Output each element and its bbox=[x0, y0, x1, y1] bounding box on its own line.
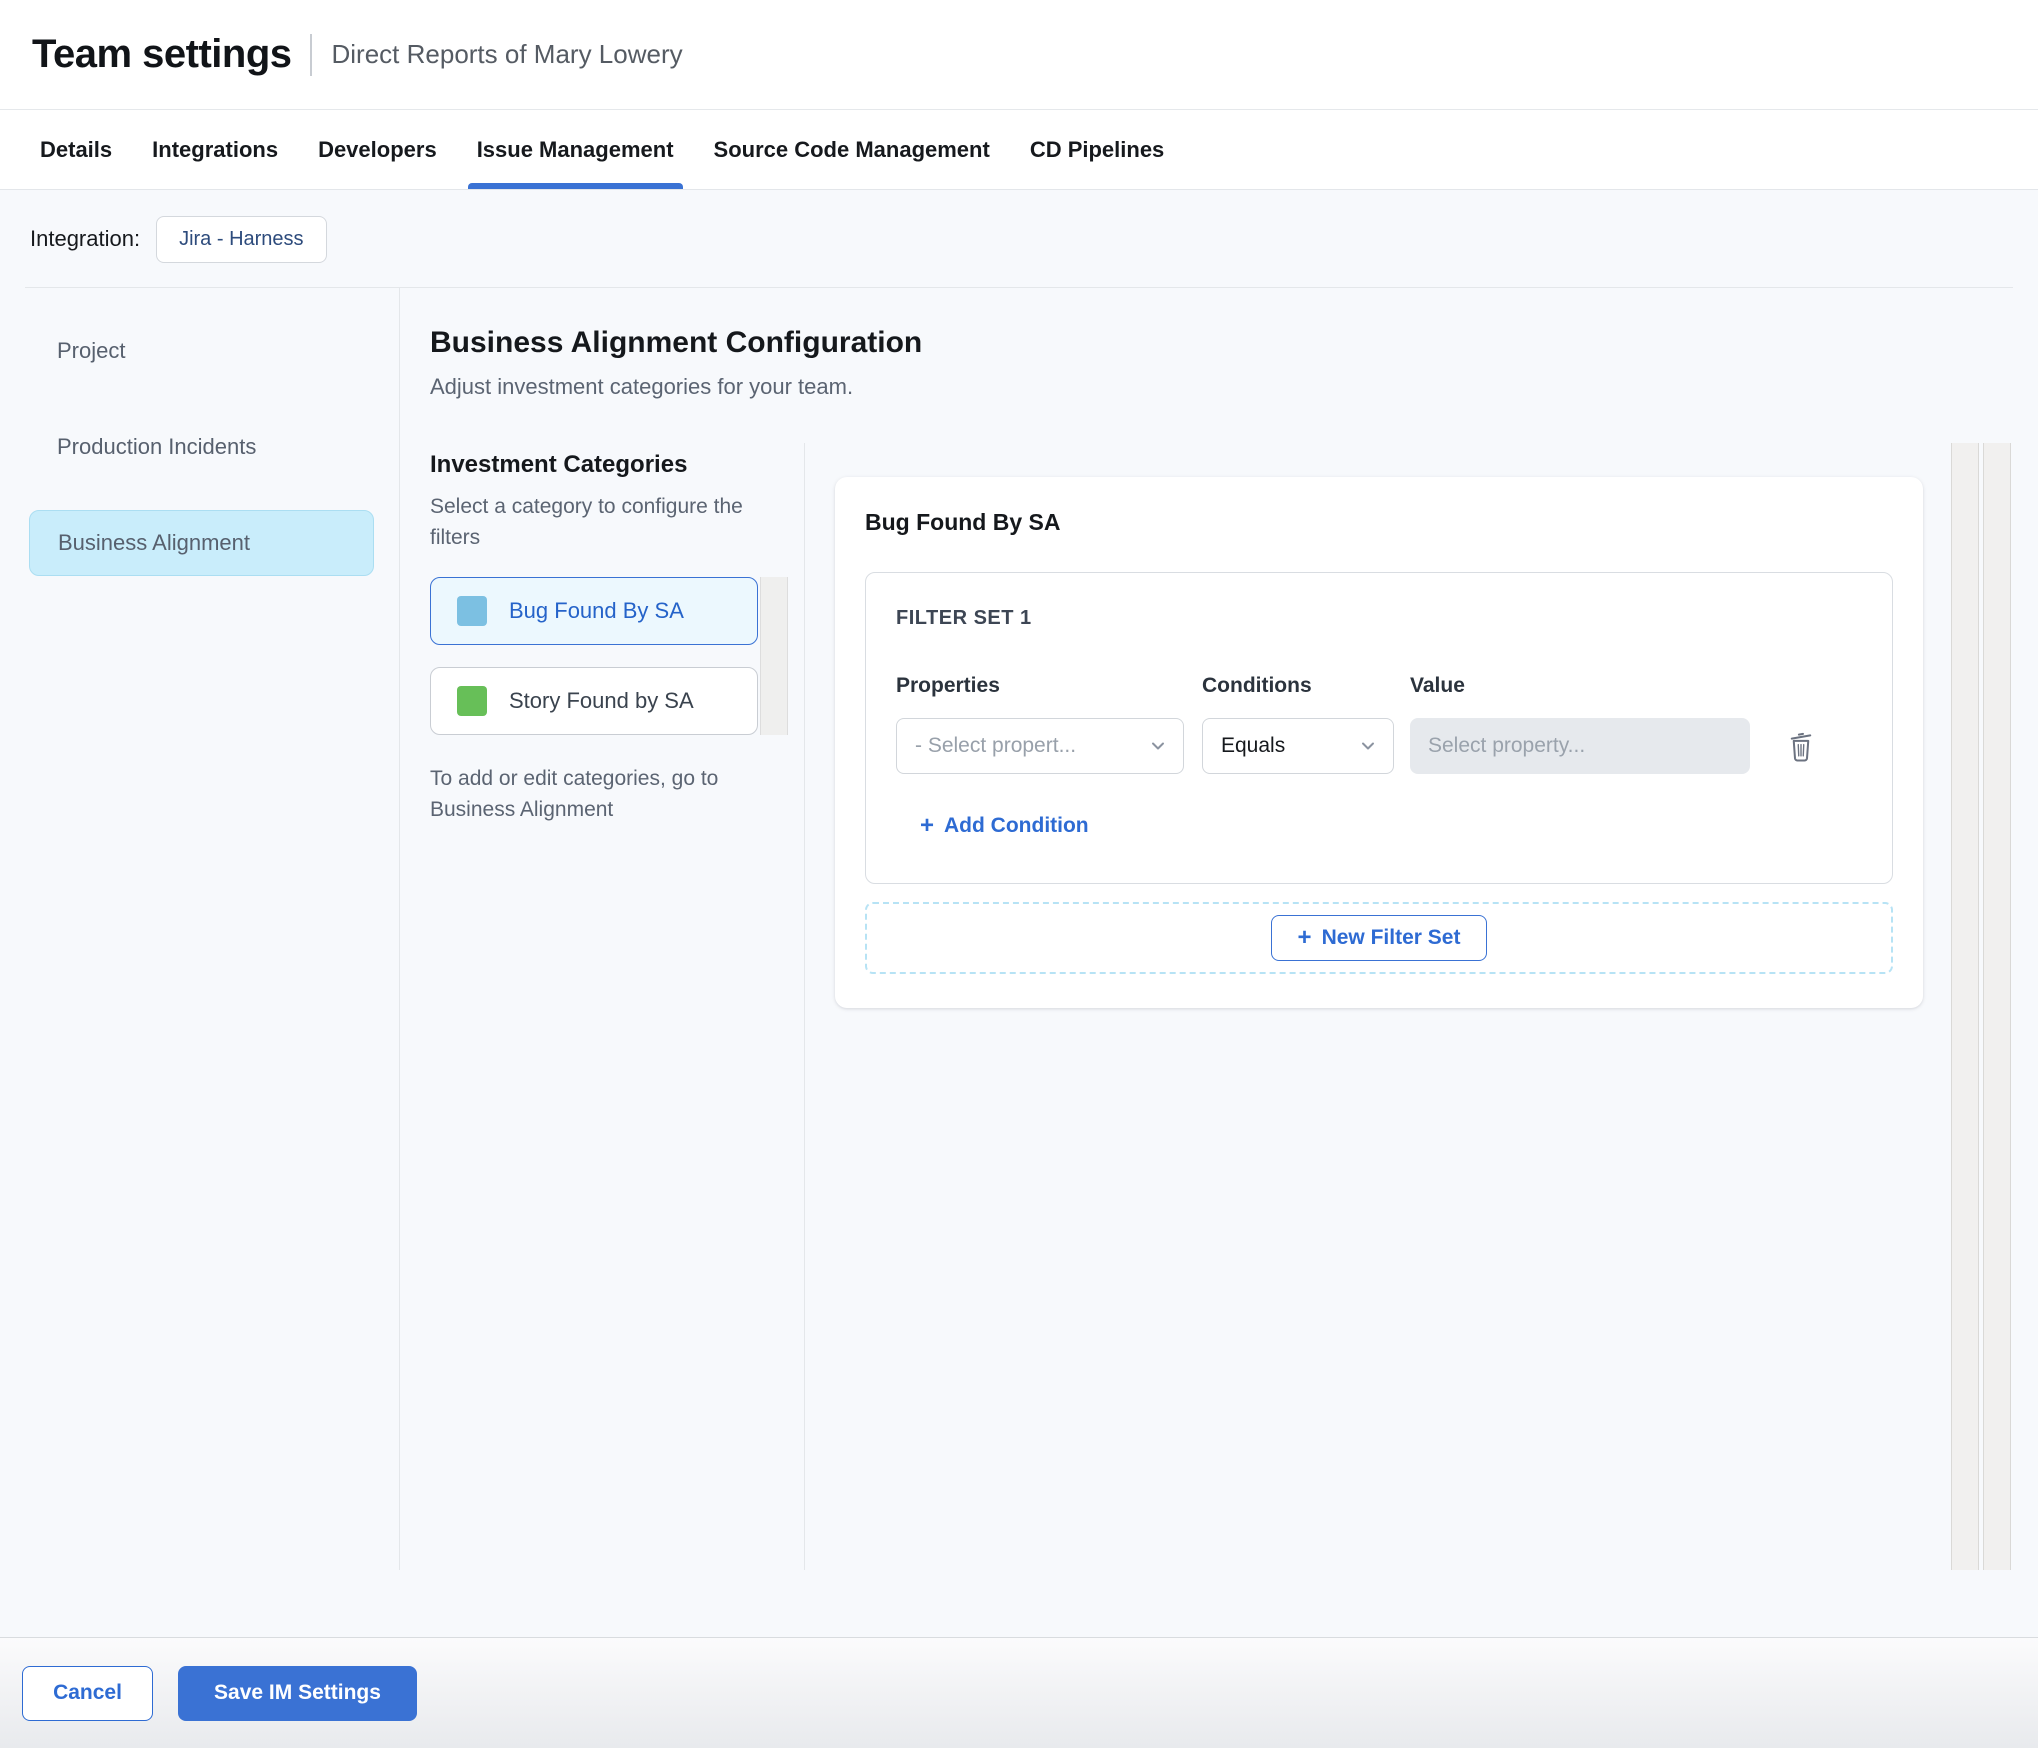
integration-label: Integration: bbox=[30, 226, 141, 251]
sidebar-item-project[interactable]: Project bbox=[29, 318, 374, 384]
property-select-value: - Select propert... bbox=[915, 734, 1077, 757]
section-subheading: Adjust investment categories for your te… bbox=[430, 374, 854, 399]
vertical-scrollbar-outer[interactable] bbox=[1983, 443, 2011, 1570]
filter-config-card: Bug Found By SA FILTER SET 1 Properties … bbox=[835, 477, 1923, 1008]
new-filter-set-label: New Filter Set bbox=[1321, 926, 1461, 949]
tab-developers[interactable]: Developers bbox=[318, 110, 437, 189]
investment-categories-description: Select a category to configure the filte… bbox=[430, 495, 743, 549]
chevron-down-icon bbox=[1152, 742, 1164, 750]
vertical-scrollbar[interactable] bbox=[1951, 443, 1979, 1570]
sidebar-item-production-incidents[interactable]: Production Incidents bbox=[29, 414, 374, 480]
plus-icon: + bbox=[920, 812, 935, 839]
chevron-down-icon bbox=[1362, 742, 1374, 750]
trash-icon bbox=[1790, 732, 1812, 762]
cancel-button[interactable]: Cancel bbox=[22, 1665, 153, 1721]
category-story-found-by-sa[interactable]: Story Found by SA bbox=[430, 667, 758, 735]
settings-sidebar: Project Production Incidents Business Al… bbox=[0, 288, 400, 1570]
tab-active-underline bbox=[467, 183, 683, 189]
tab-label: Details bbox=[40, 136, 113, 162]
tab-details[interactable]: Details bbox=[40, 110, 112, 189]
condition-select-value: Equals bbox=[1221, 734, 1286, 757]
add-condition-button[interactable]: + Add Condition bbox=[920, 812, 1089, 840]
section-heading: Business Alignment Configuration bbox=[430, 326, 923, 359]
tab-bar: Details Integrations Developers Issue Ma… bbox=[0, 110, 2038, 190]
sidebar-item-label: Project bbox=[57, 338, 126, 363]
sidebar-item-label: Business Alignment bbox=[58, 530, 250, 555]
integration-chip[interactable]: Jira - Harness bbox=[156, 215, 327, 263]
page-title: Team settings bbox=[32, 32, 292, 76]
filter-card-title: Bug Found By SA bbox=[865, 509, 1061, 535]
tab-label: Integrations bbox=[152, 136, 279, 162]
sidebar-item-label: Production Incidents bbox=[57, 434, 257, 459]
investment-categories-column: Investment Categories Select a category … bbox=[400, 443, 805, 1570]
property-select[interactable]: - Select propert... bbox=[896, 718, 1184, 774]
page-header: Team settings Direct Reports of Mary Low… bbox=[0, 0, 2038, 110]
tab-integrations[interactable]: Integrations bbox=[152, 110, 278, 189]
tab-source-code-management[interactable]: Source Code Management bbox=[714, 110, 990, 189]
page-subtitle: Direct Reports of Mary Lowery bbox=[331, 39, 683, 69]
integration-row: Integration: Jira - Harness bbox=[0, 190, 2038, 288]
main-header: Business Alignment Configuration Adjust … bbox=[400, 288, 2038, 400]
footer-action-bar: Cancel Save IM Settings bbox=[0, 1637, 2038, 1748]
filter-set-box: FILTER SET 1 Properties Conditions Value… bbox=[865, 572, 1893, 884]
investment-categories-title: Investment Categories bbox=[430, 451, 688, 478]
main-panel: Business Alignment Configuration Adjust … bbox=[400, 288, 2038, 1570]
value-column-header: Value bbox=[1410, 674, 1465, 697]
plus-icon: + bbox=[1297, 924, 1312, 951]
save-im-settings-button[interactable]: Save IM Settings bbox=[178, 1665, 417, 1721]
tab-label: CD Pipelines bbox=[1029, 136, 1165, 162]
category-bug-found-by-sa[interactable]: Bug Found By SA bbox=[430, 577, 758, 645]
tab-label: Source Code Management bbox=[713, 136, 990, 162]
conditions-column-header: Conditions bbox=[1202, 674, 1312, 697]
category-label: Bug Found By SA bbox=[509, 598, 684, 623]
condition-select[interactable]: Equals bbox=[1202, 718, 1394, 774]
category-color-swatch bbox=[457, 686, 487, 716]
tab-issue-management[interactable]: Issue Management bbox=[467, 110, 683, 189]
new-filter-set-button[interactable]: + New Filter Set bbox=[1270, 915, 1488, 961]
category-label: Story Found by SA bbox=[509, 688, 694, 713]
filter-condition-row: - Select propert... Equals bbox=[896, 718, 1862, 774]
value-input[interactable] bbox=[1410, 718, 1750, 774]
title-divider bbox=[309, 33, 312, 76]
tab-label: Issue Management bbox=[476, 136, 674, 162]
delete-condition-button[interactable] bbox=[1786, 729, 1816, 763]
properties-column-header: Properties bbox=[896, 674, 1000, 697]
new-filter-set-dropzone: + New Filter Set bbox=[865, 902, 1893, 974]
category-list: Bug Found By SA Story Found by SA bbox=[430, 577, 788, 735]
tab-label: Developers bbox=[318, 136, 437, 162]
filter-columns-header: Properties Conditions Value bbox=[896, 674, 1862, 698]
sidebar-item-business-alignment[interactable]: Business Alignment bbox=[29, 510, 374, 576]
category-note: To add or edit categories, go to Busines… bbox=[430, 767, 719, 821]
tab-cd-pipelines[interactable]: CD Pipelines bbox=[1030, 110, 1164, 189]
filter-set-title: FILTER SET 1 bbox=[896, 607, 1032, 629]
add-condition-label: Add Condition bbox=[944, 814, 1089, 837]
content-area: Project Production Incidents Business Al… bbox=[0, 288, 2038, 1637]
category-color-swatch bbox=[457, 596, 487, 626]
team-settings-page: Team settings Direct Reports of Mary Low… bbox=[0, 0, 2038, 1748]
category-list-scrollbar[interactable] bbox=[760, 577, 788, 735]
